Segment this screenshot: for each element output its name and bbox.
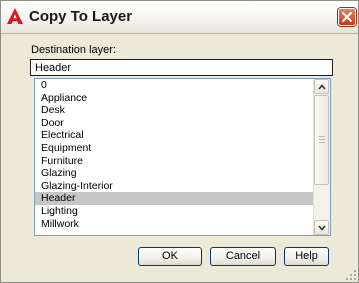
resize-grip-icon[interactable] bbox=[345, 269, 357, 281]
layer-list-item[interactable]: Glazing-Interior bbox=[35, 180, 314, 193]
close-button[interactable] bbox=[338, 8, 356, 26]
layer-list-item[interactable]: Desk bbox=[35, 104, 314, 117]
cancel-button[interactable]: Cancel bbox=[210, 247, 276, 266]
destination-layer-label: Destination layer: bbox=[31, 44, 116, 56]
layer-list-item[interactable]: Lighting bbox=[35, 205, 314, 218]
layer-list-item[interactable]: Header bbox=[35, 192, 314, 205]
layer-list: 0 Appliance Desk Door Electrical Equipment Fur… bbox=[35, 79, 314, 230]
grip-icon bbox=[319, 136, 325, 144]
copy-to-layer-dialog: Copy To Layer Destination layer: 0Applia… bbox=[0, 0, 359, 283]
layer-list-item[interactable]: Glazing bbox=[35, 167, 314, 180]
chevron-up-icon bbox=[318, 84, 326, 90]
autocad-logo-icon bbox=[6, 7, 24, 25]
help-button[interactable]: Help bbox=[284, 247, 329, 266]
layer-list-item[interactable]: Millwork bbox=[35, 218, 314, 231]
layer-list-item[interactable]: Furniture bbox=[35, 155, 314, 168]
layer-listbox[interactable]: 0 Appliance Desk Door Electrical Equipment Fur… bbox=[34, 78, 331, 236]
layer-list-item[interactable]: Equipment bbox=[35, 142, 314, 155]
layer-list-item[interactable]: Electrical bbox=[35, 129, 314, 142]
layer-list-item[interactable]: 0 bbox=[35, 79, 314, 92]
layer-list-item[interactable]: Appliance bbox=[35, 92, 314, 105]
ok-button[interactable]: OK bbox=[138, 247, 202, 266]
destination-layer-input[interactable] bbox=[30, 59, 333, 76]
scroll-thumb[interactable] bbox=[314, 95, 329, 185]
scroll-up-button[interactable] bbox=[314, 79, 329, 94]
chevron-down-icon bbox=[318, 225, 326, 231]
vertical-scrollbar[interactable] bbox=[313, 79, 330, 235]
dialog-title: Copy To Layer bbox=[29, 8, 133, 25]
scroll-down-button[interactable] bbox=[314, 220, 329, 235]
title-bar[interactable]: Copy To Layer bbox=[1, 1, 358, 34]
layer-list-item[interactable]: Door bbox=[35, 117, 314, 130]
close-icon bbox=[342, 12, 352, 22]
